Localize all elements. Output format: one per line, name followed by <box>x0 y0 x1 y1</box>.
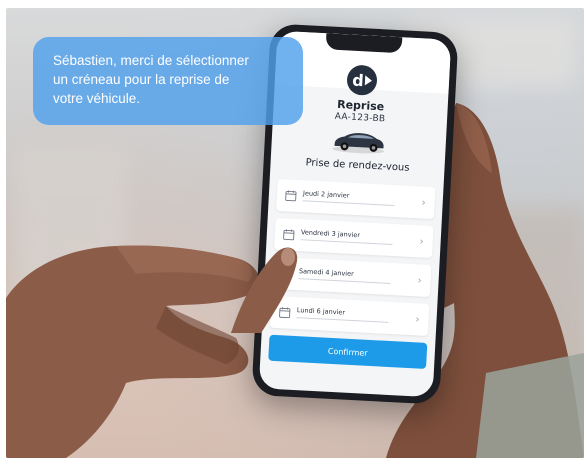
calendar-icon <box>285 190 297 202</box>
chat-bubble: Sébastien, merci de sélectionner un crén… <box>33 37 303 125</box>
left-thumb <box>231 247 298 333</box>
brand-logo-icon: d <box>346 64 378 96</box>
chevron-right-icon: › <box>421 196 426 209</box>
slot-item[interactable]: Jeudi 2 janvier › <box>276 178 436 220</box>
chevron-right-icon: › <box>417 274 422 287</box>
bubble-message: Sébastien, merci de sélectionner un crén… <box>53 53 249 106</box>
section-title: Prise de rendez-vous <box>305 157 410 174</box>
chevron-right-icon: › <box>419 235 424 248</box>
confirm-button[interactable]: Confirmer <box>268 334 428 369</box>
calendar-icon <box>283 229 295 241</box>
car-icon <box>332 133 385 154</box>
chevron-right-icon: › <box>415 313 420 326</box>
